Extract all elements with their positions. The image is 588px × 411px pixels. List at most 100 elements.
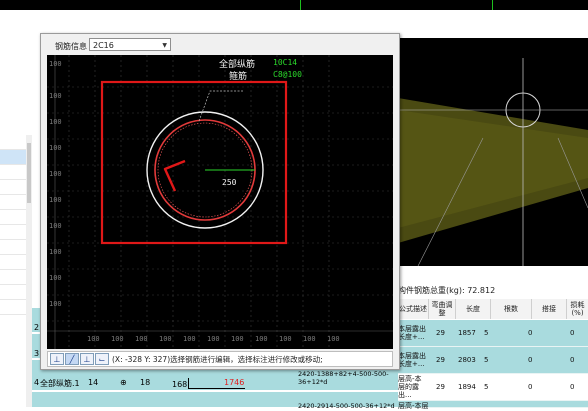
tick-label: 100 [49, 170, 62, 178]
corner-tool-icon[interactable]: ⌙ [95, 353, 109, 365]
drawing-toolbar: ⊥ ╱ ⊥ ⌙ (X: -328 Y: 327)选择钢筋进行编辑，选择标注进行修… [47, 351, 393, 367]
tick-label: 100 [327, 335, 340, 343]
table-row[interactable]: 本层露出长度+... 29 2803 5 0 0 [398, 347, 588, 374]
row-formula-next: 2420-2914-500-500-36+12*d [298, 402, 395, 410]
component-list[interactable] [0, 135, 27, 407]
tick-label: 100 [183, 335, 196, 343]
annotation-leader [198, 90, 243, 122]
list-item[interactable] [0, 195, 26, 210]
list-item[interactable] [0, 165, 26, 180]
list-item[interactable] [0, 300, 26, 315]
line-tool-icon[interactable]: ╱ [65, 353, 79, 365]
tick-label: 100 [49, 222, 62, 230]
tick-label: 100 [279, 335, 292, 343]
row-grade: ⊕ [120, 378, 127, 387]
tick-label: 100 [159, 335, 172, 343]
scrollbar-thumb[interactable] [27, 143, 31, 203]
3d-viewport[interactable] [398, 38, 588, 266]
cell-bend: 29 [436, 383, 445, 391]
rebar-select-value: 2C16 [93, 41, 114, 50]
cell-loss: 0 [570, 383, 575, 391]
cell-loss: 0 [570, 329, 575, 337]
header-loss[interactable]: 损耗(%) [567, 299, 588, 319]
list-item[interactable] [0, 210, 26, 225]
tick-label: 100 [49, 144, 62, 152]
rebar-info-select[interactable]: 2C16 ▼ [89, 38, 171, 51]
rebar-detail-table: 构件钢筋总重(kg): 72.812 公式描述 弯曲调整 长度 根数 搭接 损耗… [398, 282, 588, 410]
top-guide-line [300, 0, 301, 10]
header-lap[interactable]: 搭接 [532, 299, 567, 319]
rebar-edit-dialog: 钢筋信息 2C16 ▼ 100 100 100 100 100 100 100 … [40, 33, 400, 370]
cell-lap: 0 [528, 383, 533, 391]
tick-label: 100 [49, 274, 62, 282]
tick-label: 100 [49, 300, 62, 308]
list-item[interactable] [0, 135, 26, 150]
radius-dimension-label[interactable]: 250 [222, 178, 236, 187]
section-drawing [47, 55, 393, 349]
cell-count: 5 [484, 356, 489, 364]
row-type: 18 [140, 378, 151, 387]
list-item[interactable] [0, 240, 26, 255]
cell-bend: 29 [436, 329, 445, 337]
header-bend-adjust[interactable]: 弯曲调整 [429, 299, 456, 319]
tick-label: 100 [111, 335, 124, 343]
tick-label: 100 [255, 335, 268, 343]
cell-loss: 0 [570, 356, 575, 364]
top-toolbar-strip [0, 0, 588, 10]
total-weight-label: 构件钢筋总重(kg): 72.812 [398, 286, 496, 295]
tick-label: 100 [135, 335, 148, 343]
perpendicular-tool-icon[interactable]: ⊥ [80, 353, 94, 365]
header-formula-desc[interactable]: 公式描述 [398, 299, 429, 319]
row-dim-left: 168 [172, 380, 188, 389]
list-item[interactable] [0, 285, 26, 300]
cell-lap: 0 [528, 329, 533, 337]
row-index: 3 [34, 349, 40, 358]
cell-count: 5 [484, 329, 489, 337]
row-diameter: 14 [88, 378, 99, 387]
cell-bend: 29 [436, 356, 445, 364]
cell-count: 5 [484, 383, 489, 391]
annotation-stirrup[interactable]: 箍筋 [229, 69, 247, 82]
section-drawing-canvas[interactable]: 100 100 100 100 100 100 100 100 100 100 … [47, 55, 393, 349]
cell-desc: 层高-本层的露出... [398, 375, 422, 399]
top-guide-line [492, 0, 493, 10]
row-index: 2 [34, 323, 40, 332]
cell-lap: 0 [528, 356, 533, 364]
table-row[interactable]: 本层露出长度+... 29 1857 5 0 0 [398, 320, 588, 347]
tick-label: 100 [87, 335, 100, 343]
list-item[interactable] [0, 225, 26, 240]
list-item[interactable] [0, 255, 26, 270]
row-name: 全部纵筋.1 [40, 379, 80, 388]
chevron-down-icon[interactable]: ▼ [162, 39, 167, 52]
cell-length: 1894 [458, 383, 476, 391]
annotation-long-spec[interactable]: 10C14 [273, 58, 297, 67]
red-arrow-annotation [163, 159, 186, 192]
tick-label: 100 [49, 92, 62, 100]
cell-desc: 本层露出长度+... [398, 325, 426, 341]
cell-desc: 本层露出长度+... [398, 352, 426, 368]
annotation-stirrup-spec[interactable]: C8@100 [273, 70, 302, 79]
list-item[interactable] [0, 180, 26, 195]
row-formula: 2420-1388+82+4-500-500-36+12*d [298, 370, 389, 386]
status-hint: (X: -328 Y: 327)选择钢筋进行编辑，选择标注进行修改或移动; [112, 355, 323, 364]
cell-desc: 层高-本层 [398, 402, 429, 410]
list-item-selected[interactable] [0, 150, 26, 165]
cell-length: 2803 [458, 356, 476, 364]
table-row[interactable]: 层高-本层的露出... 29 1894 5 0 0 [398, 374, 588, 401]
tick-label: 100 [49, 248, 62, 256]
tick-label: 100 [231, 335, 244, 343]
header-count[interactable]: 根数 [491, 299, 532, 319]
tick-label: 100 [207, 335, 220, 343]
tick-label: 100 [49, 196, 62, 204]
row-index: 4 [34, 378, 40, 387]
rebar-info-label: 钢筋信息 [55, 42, 87, 51]
cell-length: 1857 [458, 329, 476, 337]
tick-label: 100 [49, 60, 62, 68]
list-item[interactable] [0, 270, 26, 285]
3d-scene [398, 58, 588, 266]
header-length[interactable]: 长度 [456, 299, 491, 319]
row-dim-value: 1746 [224, 378, 245, 387]
draw-rebar-tool-icon[interactable]: ⊥ [50, 353, 64, 365]
tick-label: 100 [49, 118, 62, 126]
tick-label: 100 [303, 335, 316, 343]
